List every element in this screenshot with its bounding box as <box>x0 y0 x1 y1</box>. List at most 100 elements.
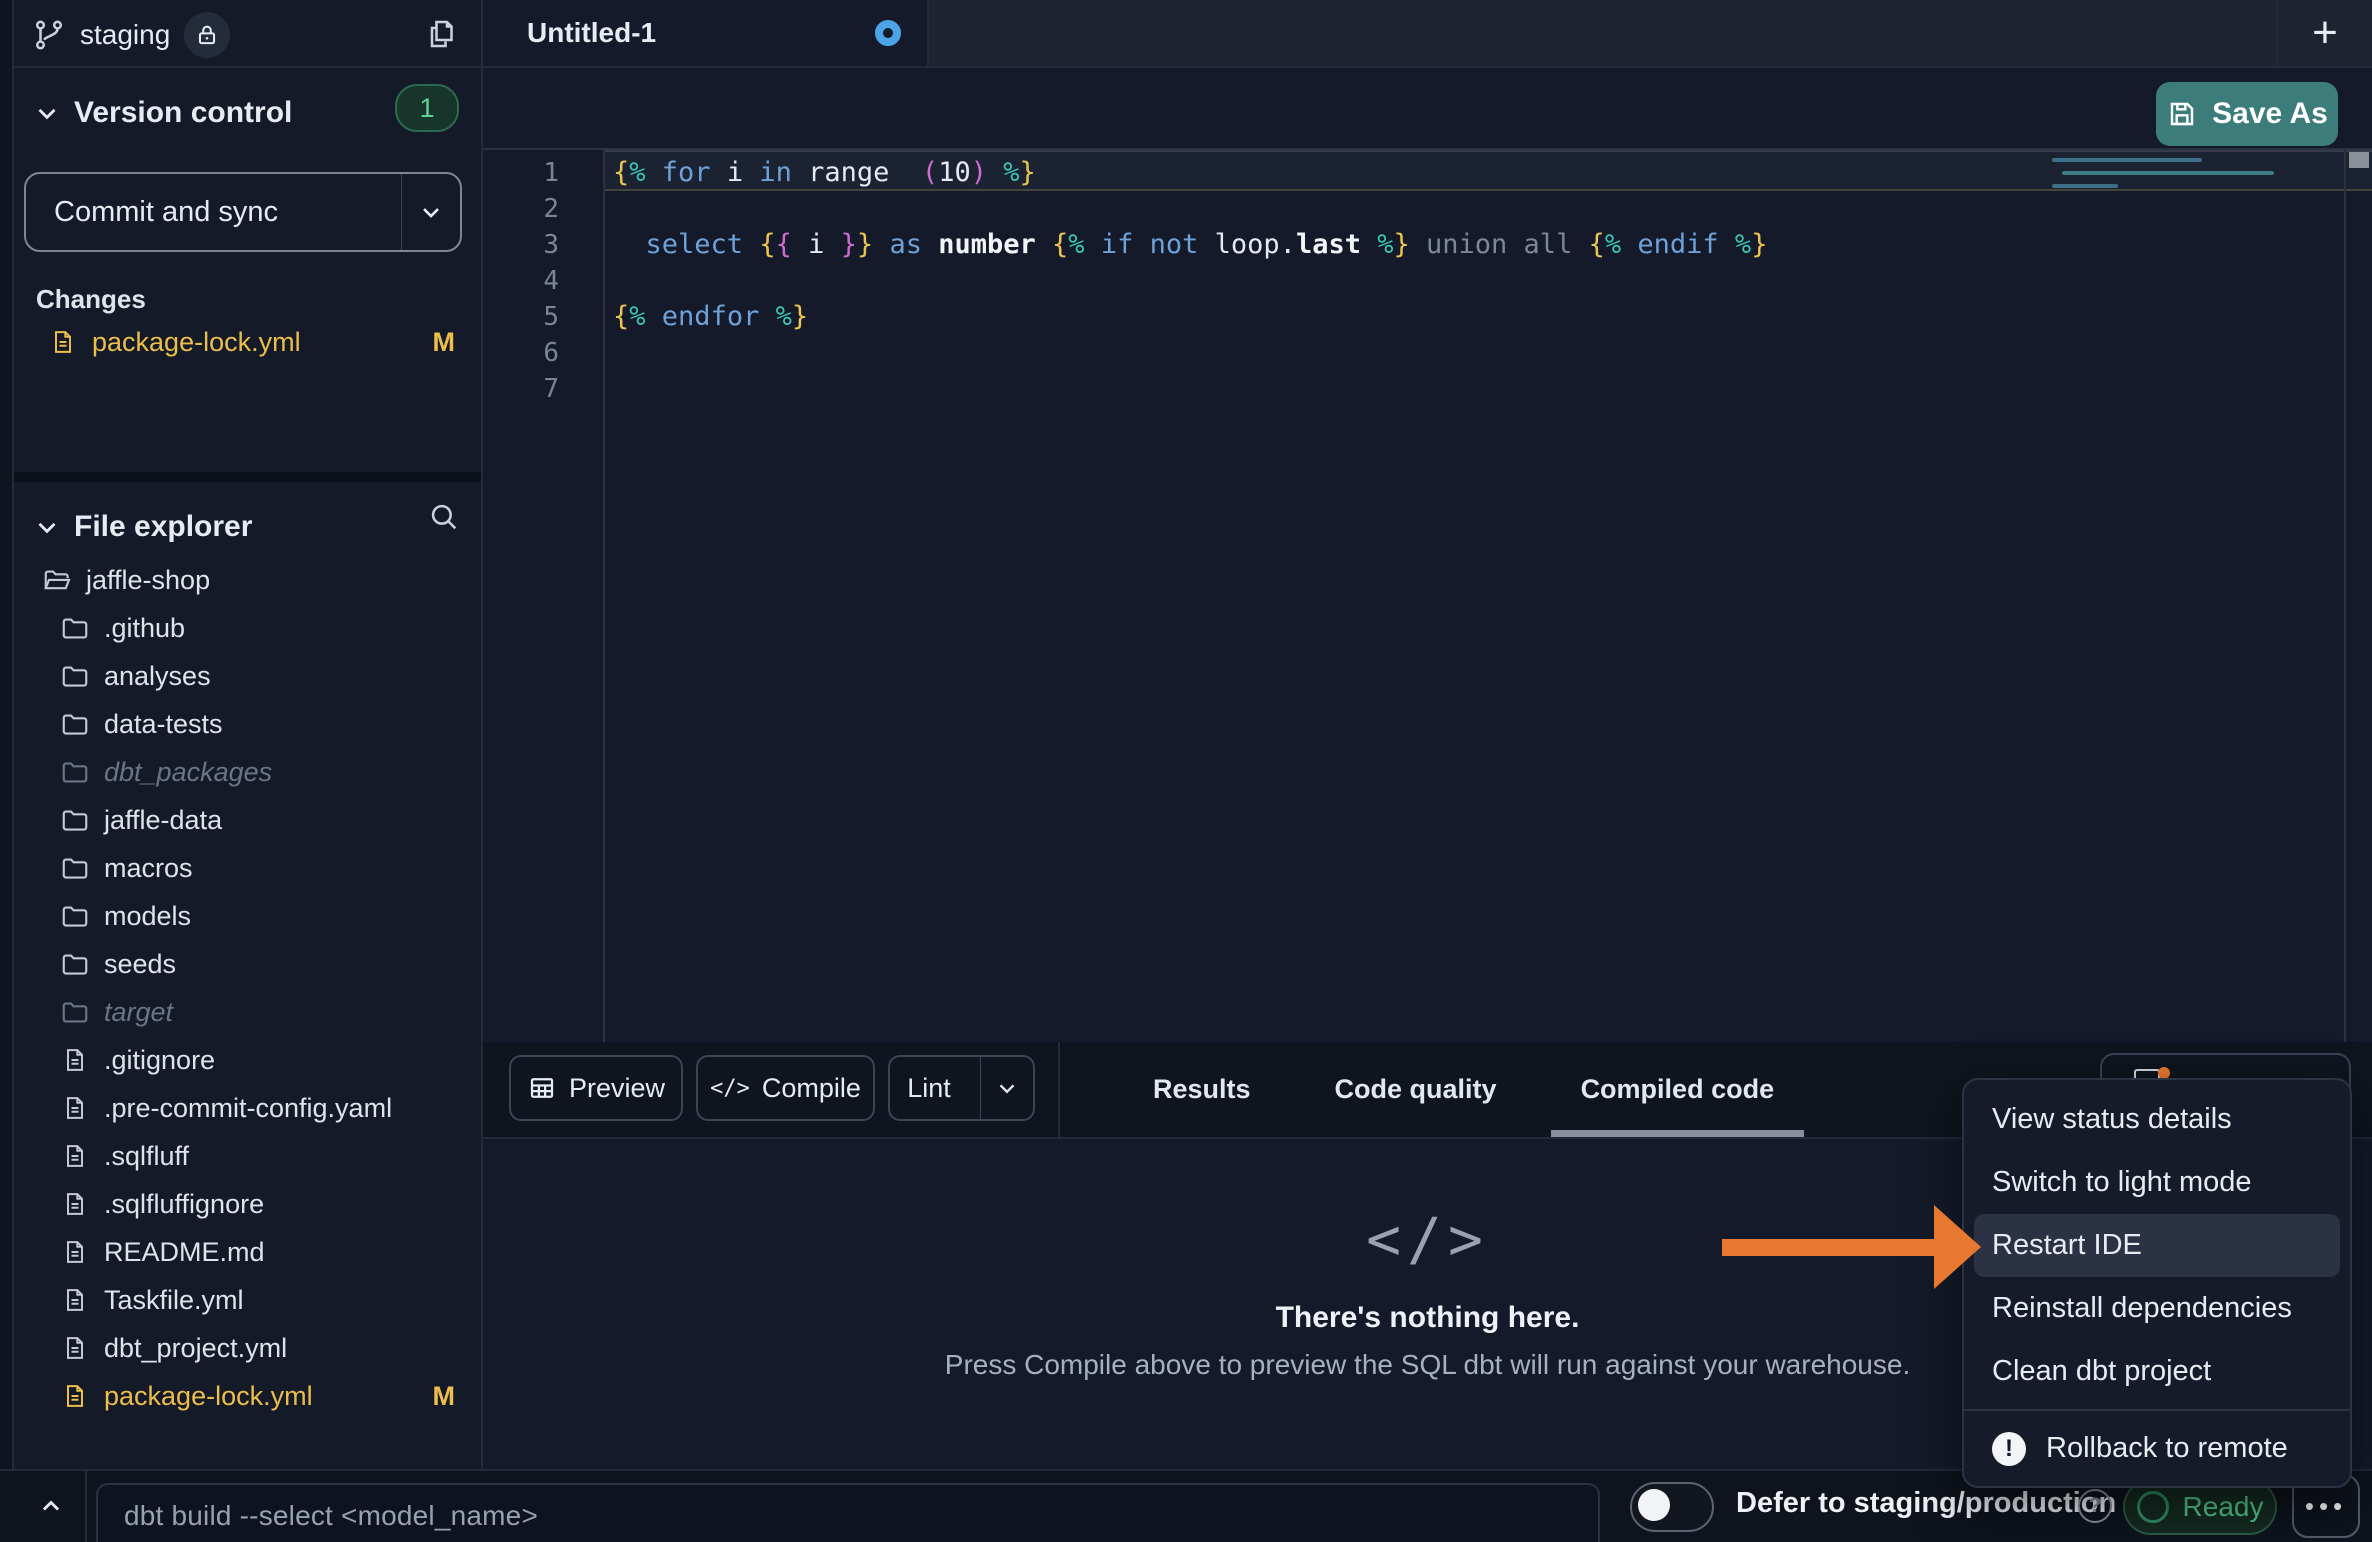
tree-item--gitignore[interactable]: .gitignore <box>14 1036 481 1084</box>
tree-item-package-lock-yml[interactable]: package-lock.ymlM <box>14 1372 481 1420</box>
menu-item-reinstall-dependencies[interactable]: Reinstall dependencies <box>1974 1277 2340 1340</box>
tab-code-quality[interactable]: Code quality <box>1305 1042 1527 1137</box>
editor-scrollbar[interactable] <box>2344 150 2372 1042</box>
annotation-arrow <box>1722 1239 1936 1256</box>
search-icon[interactable] <box>427 500 461 534</box>
tree-item-dbt-packages[interactable]: dbt_packages <box>14 748 481 796</box>
folder-icon <box>60 997 90 1027</box>
file-icon <box>60 1333 90 1363</box>
status-ring-icon <box>2137 1491 2169 1523</box>
folder-icon <box>60 901 90 931</box>
folder-open-icon <box>42 565 72 595</box>
file-icon <box>60 1381 90 1411</box>
version-control-title: Version control <box>74 96 292 130</box>
tree-item--pre-commit-config-yaml[interactable]: .pre-commit-config.yaml <box>14 1084 481 1132</box>
menu-item-restart-ide[interactable]: Restart IDE <box>1974 1214 2340 1277</box>
unsaved-indicator-dot <box>875 20 901 46</box>
tree-item-analyses[interactable]: analyses <box>14 652 481 700</box>
command-placeholder: dbt build --select <model_name> <box>124 1500 538 1532</box>
read-only-lock-badge <box>184 12 230 58</box>
tree-item--sqlfluff[interactable]: .sqlfluff <box>14 1132 481 1180</box>
tree-item-macros[interactable]: macros <box>14 844 481 892</box>
changed-file-package-lock-yml[interactable]: package-lock.ymlM <box>14 318 481 366</box>
code-icon: </> <box>710 1076 750 1101</box>
plus-icon: + <box>2312 11 2338 55</box>
ide-options-menu: View status detailsSwitch to light modeR… <box>1962 1078 2352 1488</box>
tree-item-taskfile-yml[interactable]: Taskfile.yml <box>14 1276 481 1324</box>
compile-button[interactable]: </> Compile <box>696 1055 875 1121</box>
tree-item-dbt-project-yml[interactable]: dbt_project.yml <box>14 1324 481 1372</box>
scrollbar-thumb[interactable] <box>2349 152 2369 168</box>
folder-icon <box>60 709 90 739</box>
file-tree: jaffle-shop.githubanalysesdata-testsdbt_… <box>14 556 481 1420</box>
tab-compiled-code[interactable]: Compiled code <box>1551 1042 1805 1137</box>
exclamation-icon: ! <box>1992 1432 2026 1466</box>
code-line-6 <box>605 335 2372 371</box>
status-text: Ready <box>2183 1491 2264 1523</box>
commit-options-dropdown[interactable] <box>401 174 460 250</box>
code-line-5: {% endfor %} <box>605 299 2372 335</box>
folder-icon <box>60 661 90 691</box>
new-tab-button[interactable]: + <box>2276 0 2372 66</box>
file-icon <box>60 1093 90 1123</box>
save-icon <box>2166 98 2198 130</box>
chevron-down-icon <box>417 198 445 226</box>
menu-item-switch-to-light-mode[interactable]: Switch to light mode <box>1974 1151 2340 1214</box>
menu-item-view-status-details[interactable]: View status details <box>1974 1088 2340 1151</box>
changes-count-badge: 1 <box>395 84 459 132</box>
sidebar-header: staging <box>14 0 481 68</box>
help-icon[interactable]: ? <box>2078 1489 2112 1523</box>
tree-item--github[interactable]: .github <box>14 604 481 652</box>
lint-button[interactable]: Lint <box>888 1055 1035 1121</box>
tab-results[interactable]: Results <box>1123 1042 1281 1137</box>
branch-selector[interactable]: staging <box>32 12 230 58</box>
file-icon <box>60 1285 90 1315</box>
tab-untitled-1[interactable]: Untitled-1 <box>483 0 929 66</box>
file-icon <box>48 327 78 357</box>
folder-icon <box>60 805 90 835</box>
folder-icon <box>60 949 90 979</box>
code-editor[interactable]: 1234567 {% for i in range (10) %} select… <box>483 150 2372 1042</box>
line-number: 2 <box>483 191 603 227</box>
editor-toolbar: Save As <box>483 68 2372 150</box>
commit-and-sync-button[interactable]: Commit and sync <box>24 172 462 252</box>
tree-item-jaffle-data[interactable]: jaffle-data <box>14 796 481 844</box>
lock-icon <box>194 22 220 48</box>
dbt-ide-window: staging Version control 1 <box>0 0 2372 1542</box>
tree-item-readme-md[interactable]: README.md <box>14 1228 481 1276</box>
status-bar-divider <box>85 1471 87 1542</box>
tree-item-target[interactable]: target <box>14 988 481 1036</box>
folder-icon <box>60 853 90 883</box>
chevron-down-icon <box>994 1075 1020 1101</box>
command-input[interactable]: dbt build --select <model_name> <box>96 1483 1600 1542</box>
preview-button[interactable]: Preview <box>509 1055 683 1121</box>
chevron-up-icon[interactable] <box>34 1489 68 1523</box>
editor-tab-bar: Untitled-1 + <box>483 0 2372 68</box>
code-line-7 <box>605 371 2372 407</box>
branch-name: staging <box>80 19 170 51</box>
lint-options-dropdown[interactable] <box>980 1057 1033 1119</box>
file-explorer-title: File explorer <box>74 510 252 544</box>
chevron-down-icon[interactable] <box>32 512 62 542</box>
line-number: 4 <box>483 263 603 299</box>
tree-item-models[interactable]: models <box>14 892 481 940</box>
chevron-down-icon[interactable] <box>32 98 62 128</box>
save-as-button[interactable]: Save As <box>2156 82 2338 146</box>
menu-item-rollback-to-remote[interactable]: !Rollback to remote <box>1974 1417 2340 1480</box>
defer-toggle[interactable] <box>1630 1482 1714 1532</box>
copy-branch-icon[interactable] <box>423 16 459 52</box>
line-number: 5 <box>483 299 603 335</box>
changes-label: Changes <box>36 284 146 315</box>
minimap[interactable] <box>2040 152 2270 242</box>
line-number: 6 <box>483 335 603 371</box>
file-icon <box>60 1237 90 1267</box>
tree-item-jaffle-shop[interactable]: jaffle-shop <box>14 556 481 604</box>
tree-item--sqlfluffignore[interactable]: .sqlfluffignore <box>14 1180 481 1228</box>
line-number: 3 <box>483 227 603 263</box>
tree-item-data-tests[interactable]: data-tests <box>14 700 481 748</box>
version-control-panel: Version control 1 Commit and sync Change… <box>14 68 481 472</box>
tree-item-seeds[interactable]: seeds <box>14 940 481 988</box>
toggle-knob <box>1638 1489 1670 1521</box>
folder-icon <box>60 613 90 643</box>
menu-item-clean-dbt-project[interactable]: Clean dbt project <box>1974 1340 2340 1403</box>
